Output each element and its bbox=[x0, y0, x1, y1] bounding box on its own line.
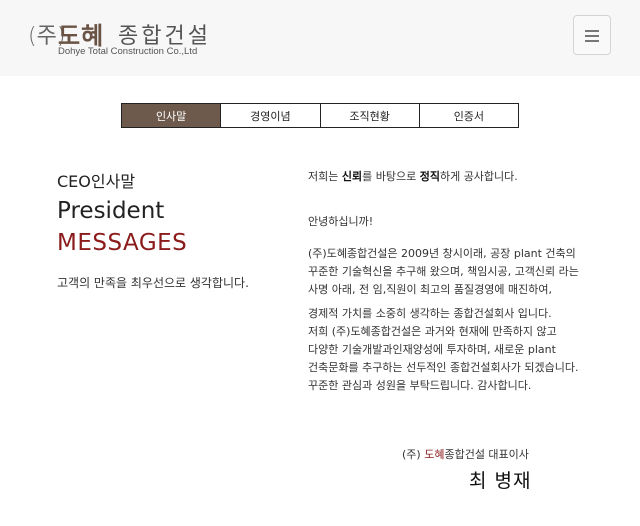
motto-trust: 신뢰 bbox=[341, 170, 363, 183]
motto-text: 하게 공사합니다. bbox=[439, 170, 518, 183]
ceo-name: 최 병재 bbox=[469, 470, 532, 492]
tab-organization[interactable]: 조직현황 bbox=[320, 104, 420, 127]
company-logo[interactable]: (주) 도혜 종합건설 Dohye Total Construction Co.… bbox=[28, 16, 228, 60]
president-heading: President bbox=[57, 198, 165, 224]
menu-toggle-button[interactable] bbox=[573, 15, 611, 55]
signature-role: 종합건설 대표이사 bbox=[444, 448, 529, 461]
hamburger-menu-icon bbox=[585, 30, 599, 32]
paragraph-line: 다양한 기술개발과인재양성에 투자하며, 새로운 plant bbox=[308, 343, 556, 356]
paragraph-line: 경제적 가치를 소중히 생각하는 종합건설회사 입니다. bbox=[308, 307, 552, 320]
signature-company-accent: 도혜 bbox=[424, 448, 445, 461]
motto-honesty: 정직 bbox=[419, 170, 440, 183]
site-header: (주) 도혜 종합건설 Dohye Total Construction Co.… bbox=[0, 0, 640, 76]
customer-slogan: 고객의 만족을 최우선으로 생각합니다. bbox=[57, 276, 249, 290]
paragraph-line: 꾸준한 기술혁신을 추구해 왔으며, 책임시공, 고객신뢰 라는 bbox=[308, 265, 579, 278]
signature-title: (주) 도혜종합건설 대표이사 bbox=[402, 446, 529, 462]
paragraph-line: 저희 (주)도혜종합건설은 과거와 현재에 만족하지 않고 bbox=[308, 325, 557, 338]
hamburger-menu-icon-bar bbox=[585, 40, 599, 42]
greeting-line: 안녕하십니까! bbox=[308, 215, 374, 228]
motto-text: 를 바탕으로 bbox=[362, 170, 420, 183]
motto-line: 저희는 신뢰를 바탕으로 정직하게 공사합니다. bbox=[308, 168, 518, 184]
hamburger-menu-icon-bar bbox=[585, 35, 599, 37]
logo-english-name: Dohye Total Construction Co.,Ltd bbox=[58, 46, 198, 57]
about-tabs: 인사말 경영이념 조직현황 인증서 bbox=[121, 103, 519, 128]
messages-heading: MESSAGES bbox=[57, 230, 188, 256]
signature-prefix: (주) bbox=[402, 448, 425, 461]
paragraph-line: (주)도혜종합건설은 2009년 창시이래, 공장 plant 건축의 bbox=[308, 247, 576, 260]
paragraph-line: 사명 아래, 전 임,직원이 최고의 품질경영에 매진하여, bbox=[308, 283, 552, 296]
ceo-greeting-label: CEO인사말 bbox=[57, 172, 136, 191]
tab-certificates[interactable]: 인증서 bbox=[419, 104, 518, 127]
tab-philosophy[interactable]: 경영이념 bbox=[221, 104, 321, 127]
paragraph-line: 꾸준한 관심과 성원을 부탁드립니다. 감사합니다. bbox=[308, 379, 532, 392]
tab-greeting[interactable]: 인사말 bbox=[122, 104, 222, 127]
motto-text: 저희는 bbox=[308, 170, 342, 183]
paragraph-line: 건축문화를 추구하는 선두적인 종합건설회사가 되겠습니다. bbox=[308, 361, 579, 374]
